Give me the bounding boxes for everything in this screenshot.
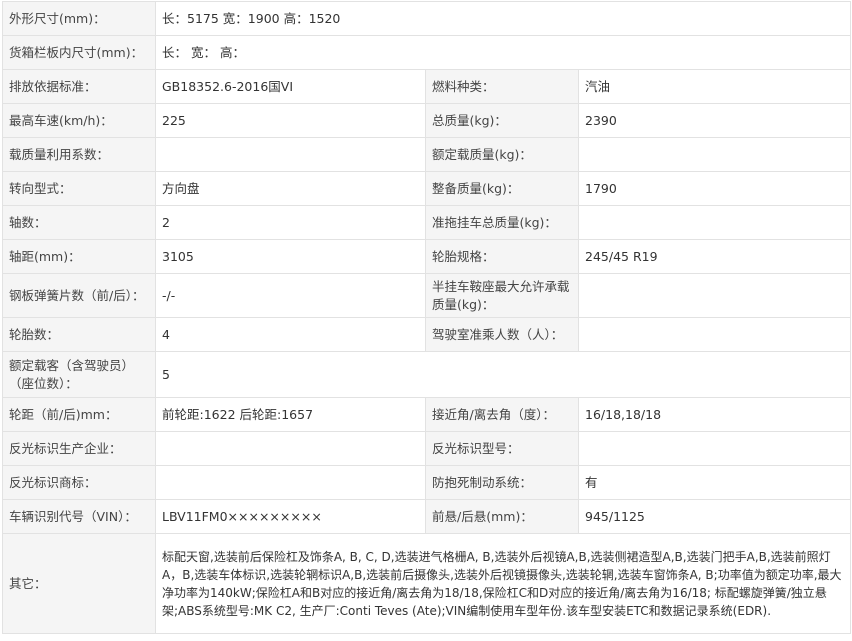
spec-value: 2390 [578, 103, 851, 138]
spec-label: 轮距（前/后)mm： [2, 397, 156, 432]
table-row: 轴数： 2 准拖挂车总质量(kg)： [2, 205, 851, 240]
spec-label: 额定载客（含驾驶员）（座位数）： [2, 351, 156, 398]
vehicle-spec-table: 外形尺寸(mm)： 长：5175 宽：1900 高：1520 货箱栏板内尺寸(m… [2, 1, 851, 634]
spec-value: GB18352.6-2016国VI [155, 69, 426, 104]
spec-label: 最高车速(km/h)： [2, 103, 156, 138]
spec-label: 其它： [2, 533, 156, 634]
spec-label: 反光标识型号： [425, 431, 579, 466]
spec-value: 16/18,18/18 [578, 397, 851, 432]
spec-label: 总质量(kg)： [425, 103, 579, 138]
other-notes-value: 标配天窗,选装前后保险杠及饰条A, B, C, D,选装进气格栅A, B,选装外… [155, 533, 851, 634]
spec-value: -/- [155, 273, 426, 318]
table-row: 车辆识别代号（VIN）： LBV11FM0××××××××× 前悬/后悬(mm)… [2, 499, 851, 534]
spec-label: 防抱死制动系统： [425, 465, 579, 500]
table-row: 外形尺寸(mm)： 长：5175 宽：1900 高：1520 [2, 1, 851, 36]
spec-value: 225 [155, 103, 426, 138]
spec-value: 945/1125 [578, 499, 851, 534]
table-row: 轮距（前/后)mm： 前轮距:1622 后轮距:1657 接近角/离去角（度）：… [2, 397, 851, 432]
spec-label: 转向型式： [2, 171, 156, 206]
spec-value: LBV11FM0××××××××× [155, 499, 426, 534]
spec-label: 准拖挂车总质量(kg)： [425, 205, 579, 240]
table-row: 最高车速(km/h)： 225 总质量(kg)： 2390 [2, 103, 851, 138]
spec-label: 外形尺寸(mm)： [2, 1, 156, 36]
spec-label: 载质量利用系数： [2, 137, 156, 172]
table-row: 转向型式： 方向盘 整备质量(kg)： 1790 [2, 171, 851, 206]
spec-label: 轮胎规格： [425, 239, 579, 274]
table-row: 货箱栏板内尺寸(mm)： 长： 宽： 高： [2, 35, 851, 70]
spec-value: 有 [578, 465, 851, 500]
spec-label: 排放依据标准： [2, 69, 156, 104]
spec-label: 燃料种类： [425, 69, 579, 104]
spec-label: 前悬/后悬(mm)： [425, 499, 579, 534]
spec-value [578, 273, 851, 318]
spec-value: 2 [155, 205, 426, 240]
spec-label: 车辆识别代号（VIN）： [2, 499, 156, 534]
spec-value: 5 [155, 351, 851, 398]
spec-label: 轴数： [2, 205, 156, 240]
table-row: 钢板弹簧片数（前/后）： -/- 半挂车鞍座最大允许承载质量(kg)： [2, 273, 851, 318]
spec-label: 半挂车鞍座最大允许承载质量(kg)： [425, 273, 579, 318]
spec-value: 长： 宽： 高： [155, 35, 851, 70]
spec-label: 钢板弹簧片数（前/后）： [2, 273, 156, 318]
table-row: 其它： 标配天窗,选装前后保险杠及饰条A, B, C, D,选装进气格栅A, B… [2, 533, 851, 634]
table-row: 额定载客（含驾驶员）（座位数）： 5 [2, 351, 851, 398]
spec-value: 4 [155, 317, 426, 352]
table-row: 载质量利用系数： 额定载质量(kg)： [2, 137, 851, 172]
spec-value [155, 431, 426, 466]
spec-label: 驾驶室准乘人数（人）： [425, 317, 579, 352]
spec-value [578, 137, 851, 172]
spec-value [578, 205, 851, 240]
table-row: 反光标识商标： 防抱死制动系统： 有 [2, 465, 851, 500]
spec-label: 反光标识生产企业： [2, 431, 156, 466]
spec-value: 汽油 [578, 69, 851, 104]
spec-value [578, 317, 851, 352]
spec-value: 方向盘 [155, 171, 426, 206]
table-row: 轮胎数： 4 驾驶室准乘人数（人）： [2, 317, 851, 352]
spec-label: 额定载质量(kg)： [425, 137, 579, 172]
spec-value [155, 137, 426, 172]
spec-label: 反光标识商标： [2, 465, 156, 500]
spec-label: 货箱栏板内尺寸(mm)： [2, 35, 156, 70]
spec-value: 3105 [155, 239, 426, 274]
table-row: 轴距(mm)： 3105 轮胎规格： 245/45 R19 [2, 239, 851, 274]
spec-label: 整备质量(kg)： [425, 171, 579, 206]
spec-value: 前轮距:1622 后轮距:1657 [155, 397, 426, 432]
spec-value: 长：5175 宽：1900 高：1520 [155, 1, 851, 36]
spec-value [155, 465, 426, 500]
spec-value [578, 431, 851, 466]
spec-label: 轴距(mm)： [2, 239, 156, 274]
spec-label: 接近角/离去角（度）： [425, 397, 579, 432]
spec-value: 245/45 R19 [578, 239, 851, 274]
spec-value: 1790 [578, 171, 851, 206]
table-row: 反光标识生产企业： 反光标识型号： [2, 431, 851, 466]
spec-label: 轮胎数： [2, 317, 156, 352]
table-row: 排放依据标准： GB18352.6-2016国VI 燃料种类： 汽油 [2, 69, 851, 104]
